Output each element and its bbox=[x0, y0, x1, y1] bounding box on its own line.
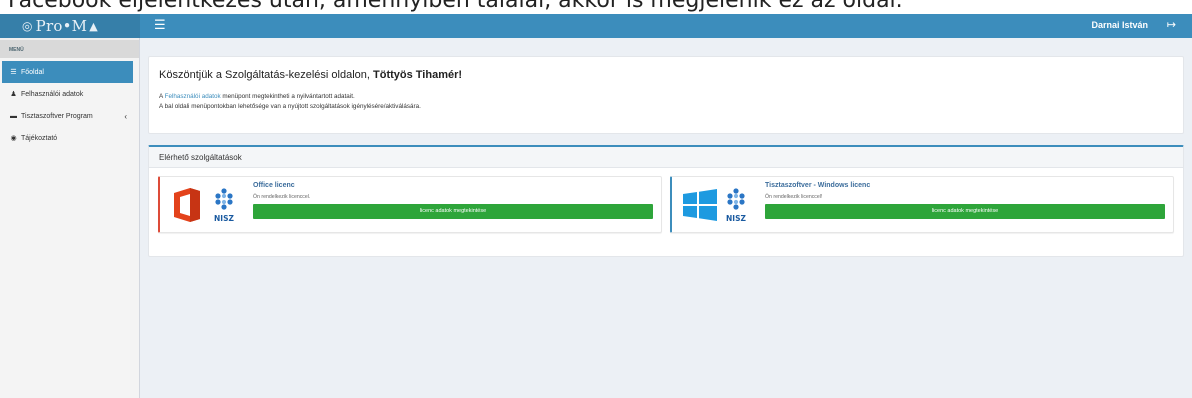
sidebar-item-label: Tájékoztató bbox=[21, 134, 58, 142]
welcome-line-1: A Felhasználói adatok menüpont megtekint… bbox=[159, 93, 355, 100]
welcome-title: Köszöntjük a Szolgáltatás-kezelési oldal… bbox=[159, 69, 462, 81]
service-status: Ön rendelkezik licenccel! bbox=[765, 194, 823, 200]
nisz-text: NISZ bbox=[214, 214, 234, 223]
logout-icon[interactable]: ↦ bbox=[1167, 18, 1176, 31]
windows-icon bbox=[680, 185, 720, 225]
welcome-box: Köszöntjük a Szolgáltatás-kezelési oldal… bbox=[148, 56, 1184, 134]
nisz-text: NISZ bbox=[726, 214, 746, 223]
nisz-logo: NISZ bbox=[210, 185, 238, 225]
sidebar-item-label: Főoldal bbox=[21, 68, 44, 76]
sidebar-item-info[interactable]: ◉ Tájékoztató bbox=[0, 127, 139, 149]
user-data-link[interactable]: Felhasználói adatok bbox=[165, 93, 221, 100]
sidebar-item-label: Felhasználói adatok bbox=[21, 90, 84, 98]
sidebar-item-label: Tisztaszoftver Program bbox=[21, 112, 93, 120]
service-title[interactable]: Tisztaszoftver - Windows licenc bbox=[765, 182, 870, 189]
sidebar-item-user-data[interactable]: ♟ Felhasználói adatok bbox=[0, 83, 139, 105]
chevron-left-icon: ‹ bbox=[124, 111, 127, 121]
view-license-button[interactable]: licenc adatok megtekintése bbox=[253, 204, 653, 219]
sidebar: MENÜ ☰ Főoldal ♟ Felhasználói adatok ▬ T… bbox=[0, 38, 140, 398]
top-navbar: ◎ Pro•M ▲ ☰ Darnai István ↦ bbox=[0, 14, 1192, 38]
logo-text: Pro•M bbox=[35, 17, 88, 35]
page-caption: Facebook éljelentkezés után, amennyiben … bbox=[0, 0, 1192, 14]
welcome-title-prefix: Köszöntjük a Szolgáltatás-kezelési oldal… bbox=[159, 69, 374, 81]
services-heading: Elérhető szolgáltatások bbox=[149, 147, 1183, 168]
services-box: Elérhető szolgáltatások NISZ Office lice… bbox=[148, 145, 1184, 257]
page-caption-text: Facebook éljelentkezés után, amennyiben … bbox=[8, 0, 903, 13]
menu-toggle-icon[interactable]: ☰ bbox=[154, 17, 166, 33]
view-license-button[interactable]: licenc adatok megtekintése bbox=[765, 204, 1165, 219]
office-icon bbox=[168, 185, 208, 225]
list-icon: ☰ bbox=[10, 69, 17, 76]
service-status: Ön rendelkezik licenccel. bbox=[253, 194, 311, 200]
laptop-icon: ▬ bbox=[10, 112, 17, 120]
main-content: Köszöntjük a Szolgáltatás-kezelési oldal… bbox=[140, 38, 1192, 398]
logo[interactable]: ◎ Pro•M ▲ bbox=[0, 14, 140, 38]
nisz-logo: NISZ bbox=[722, 185, 750, 225]
service-card-windows: NISZ Tisztaszoftver - Windows licenc Ön … bbox=[670, 176, 1174, 233]
welcome-line-1-suffix: menüpont megtekintheti a nyilvántartott … bbox=[220, 93, 355, 100]
info-icon: ◉ bbox=[10, 135, 17, 142]
graduation-cap-icon: ▲ bbox=[89, 19, 98, 33]
service-card-office: NISZ Office licenc Ön rendelkezik licenc… bbox=[158, 176, 662, 233]
welcome-line-2: A bal oldali menüpontokban lehetősége va… bbox=[159, 103, 421, 110]
welcome-user-name: Töttyös Tihamér! bbox=[373, 69, 463, 81]
sidebar-menu-heading: MENÜ bbox=[0, 38, 139, 58]
user-icon: ♟ bbox=[10, 91, 17, 98]
sidebar-item-tisztaszoftver[interactable]: ▬ Tisztaszoftver Program ‹ bbox=[0, 105, 139, 127]
logo-circle-icon: ◎ bbox=[22, 19, 33, 33]
sidebar-item-home[interactable]: ☰ Főoldal bbox=[2, 61, 133, 83]
service-title[interactable]: Office licenc bbox=[253, 182, 295, 189]
user-name[interactable]: Darnai István bbox=[1091, 20, 1148, 30]
